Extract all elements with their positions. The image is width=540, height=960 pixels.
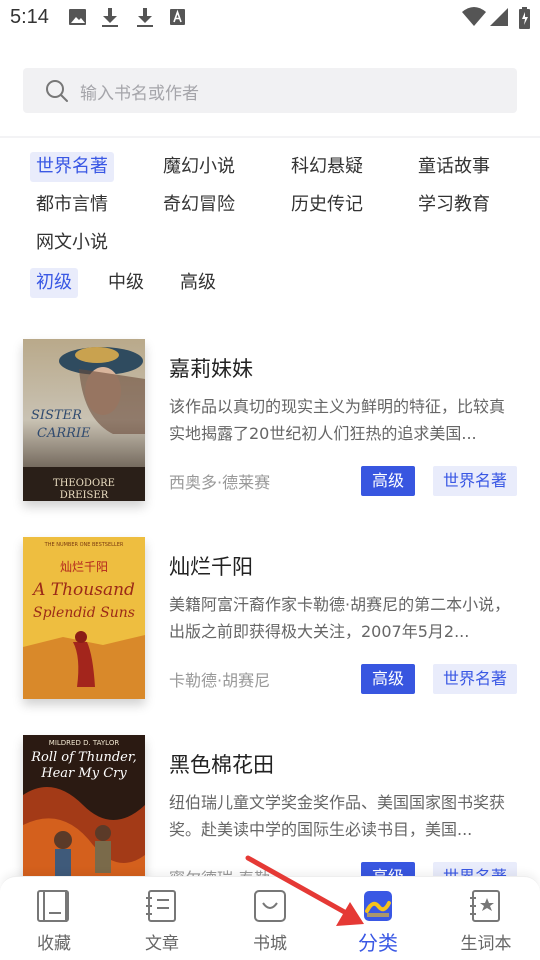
nav-label: 文章 [145, 934, 179, 954]
book-cover[interactable]: MILDRED D. TAYLOR Roll of Thunder, Hear … [23, 735, 145, 897]
cover-title-line1: SISTER [31, 408, 82, 423]
category-world-classics[interactable]: 世界名著 [30, 152, 114, 182]
category-fantasy[interactable]: 魔幻小说 [157, 152, 241, 182]
search-placeholder: 输入书名或作者 [80, 84, 199, 104]
vocabulary-icon [470, 890, 500, 922]
cover-title-line1: A Thousand [31, 580, 135, 600]
download-icon [102, 8, 118, 27]
font-a-icon [170, 9, 185, 25]
cover-title-line2: CARRIE [37, 426, 91, 441]
level-advanced[interactable]: 高级 [174, 268, 222, 298]
cover-chinese-title: 灿烂千阳 [60, 560, 108, 574]
book-description: 纽伯瑞儿童文学奖金奖作品、美国国家图书奖获奖。赴美读中学的国际生必读书目，美国.… [169, 793, 506, 839]
book-title[interactable]: 灿烂千阳 [169, 551, 253, 581]
header-divider [0, 136, 540, 138]
nav-label: 生词本 [460, 934, 512, 954]
nav-vocabulary[interactable]: 生词本 [432, 877, 540, 960]
category-history-biography[interactable]: 历史传记 [285, 190, 369, 220]
cover-title-line2: Hear My Cry [40, 766, 127, 781]
cover-author-line1: THEODORE [53, 478, 115, 489]
book-description: 美籍阿富汗裔作家卡勒德·胡赛尼的第二本小说，出版之前即获得极大关注，2007年5… [169, 595, 511, 641]
collect-icon [37, 890, 69, 922]
level-tag: 高级 [361, 664, 415, 694]
category-tag: 世界名著 [433, 664, 517, 694]
book-author: 西奥多·德莱赛 [169, 473, 271, 492]
book-title[interactable]: 嘉莉妹妹 [169, 353, 253, 383]
book-cover[interactable]: THE NUMBER ONE BESTSELLER 灿烂千阳 A Thousan… [23, 537, 145, 699]
cover-title-line2: Splendid Suns [33, 605, 135, 621]
search-icon [46, 80, 68, 102]
book-description: 该作品以真切的现实主义为鲜明的特征，比较真实地揭露了20世纪初人们狂热的追求美国… [169, 397, 506, 443]
signal-icon [490, 8, 508, 26]
category-urban-romance[interactable]: 都市言情 [30, 190, 114, 220]
nav-label: 收藏 [37, 934, 71, 954]
annotation-arrow-icon [245, 855, 364, 926]
category-web-novels[interactable]: 网文小说 [30, 228, 114, 258]
download-icon [137, 8, 153, 27]
article-icon [146, 890, 176, 922]
category-scifi-mystery[interactable]: 科幻悬疑 [285, 152, 369, 182]
battery-charging-icon [519, 7, 530, 29]
nav-article[interactable]: 文章 [108, 877, 216, 960]
book-item[interactable]: SISTER CARRIE THEODORE DREISER 嘉莉妹妹 该作品以… [0, 339, 540, 519]
wifi-icon [462, 7, 486, 26]
cover-author-line: MILDRED D. TAYLOR [49, 739, 120, 747]
cover-title-line1: Roll of Thunder, [30, 750, 137, 765]
book-title[interactable]: 黑色棉花田 [169, 749, 274, 779]
book-cover[interactable]: SISTER CARRIE THEODORE DREISER [23, 339, 145, 501]
cover-top-text: THE NUMBER ONE BESTSELLER [44, 542, 124, 548]
category-fairy-tales[interactable]: 童话故事 [412, 152, 496, 182]
status-bar: 5:14 [0, 0, 540, 38]
cover-author-line2: DREISER [60, 490, 109, 501]
book-item[interactable]: THE NUMBER ONE BESTSELLER 灿烂千阳 A Thousan… [0, 537, 540, 717]
search-input[interactable]: 输入书名或作者 [23, 68, 517, 113]
level-intermediate[interactable]: 中级 [102, 268, 150, 298]
level-beginner[interactable]: 初级 [30, 268, 78, 298]
category-tag: 世界名著 [433, 466, 517, 496]
book-author: 卡勒德·胡赛尼 [169, 671, 271, 690]
level-tag: 高级 [361, 466, 415, 496]
status-time: 5:14 [10, 6, 49, 28]
category-education[interactable]: 学习教育 [412, 190, 496, 220]
category-adventure[interactable]: 奇幻冒险 [157, 190, 241, 220]
nav-collect[interactable]: 收藏 [0, 877, 108, 960]
image-icon [69, 9, 86, 25]
